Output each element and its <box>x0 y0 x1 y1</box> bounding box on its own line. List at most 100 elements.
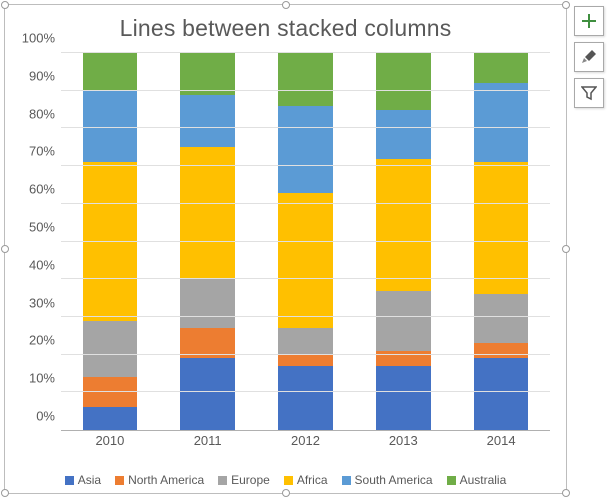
segment-south-america[interactable] <box>376 110 431 159</box>
column-slot <box>452 53 550 430</box>
resize-handle-tl[interactable] <box>1 1 9 9</box>
gridline <box>61 391 550 392</box>
column-slot <box>61 53 159 430</box>
y-tick-label: 60% <box>15 182 55 197</box>
x-tick-label: 2011 <box>159 431 257 451</box>
resize-handle-br[interactable] <box>562 489 570 497</box>
resize-handle-mt[interactable] <box>282 1 290 9</box>
y-tick-label: 40% <box>15 257 55 272</box>
segment-australia[interactable] <box>83 53 138 91</box>
y-axis[interactable]: 0%10%20%30%40%50%60%70%80%90%100% <box>15 53 59 431</box>
gridline <box>61 316 550 317</box>
segment-africa[interactable] <box>376 159 431 291</box>
stacked-column[interactable] <box>474 53 529 430</box>
chart-filters-button[interactable] <box>574 78 604 108</box>
y-tick-label: 10% <box>15 371 55 386</box>
y-tick-label: 70% <box>15 144 55 159</box>
chart-styles-button[interactable] <box>574 42 604 72</box>
resize-handle-mb[interactable] <box>282 489 290 497</box>
segment-europe[interactable] <box>278 328 333 354</box>
column-slot <box>354 53 452 430</box>
segment-south-america[interactable] <box>278 106 333 193</box>
legend-label: Africa <box>297 473 328 487</box>
gridline <box>61 127 550 128</box>
column-slot <box>257 53 355 430</box>
segment-europe[interactable] <box>474 294 529 343</box>
segment-africa[interactable] <box>474 162 529 294</box>
plot-grid <box>61 53 550 431</box>
stacked-column[interactable] <box>83 53 138 430</box>
gridline <box>61 52 550 53</box>
gridline <box>61 165 550 166</box>
chart-title[interactable]: Lines between stacked columns <box>5 5 566 46</box>
segment-north-america[interactable] <box>278 355 333 366</box>
legend-swatch <box>115 476 124 485</box>
resize-handle-tr[interactable] <box>562 1 570 9</box>
resize-handle-mr[interactable] <box>562 245 570 253</box>
segment-australia[interactable] <box>278 53 333 106</box>
stacked-column[interactable] <box>376 53 431 430</box>
y-tick-label: 30% <box>15 295 55 310</box>
segment-asia[interactable] <box>278 366 333 430</box>
segment-europe[interactable] <box>83 321 138 378</box>
y-tick-label: 100% <box>15 31 55 46</box>
segment-australia[interactable] <box>474 53 529 83</box>
legend-label: Asia <box>78 473 101 487</box>
legend-label: South America <box>355 473 433 487</box>
plus-icon <box>581 13 597 29</box>
chart-elements-button[interactable] <box>574 6 604 36</box>
y-tick-label: 20% <box>15 333 55 348</box>
chart-area[interactable]: Lines between stacked columns 0% 10% 20% 30… <box>4 4 567 494</box>
segment-africa[interactable] <box>278 193 333 329</box>
legend-swatch <box>447 476 456 485</box>
x-tick-label: 2014 <box>452 431 550 451</box>
segment-australia[interactable] <box>376 53 431 110</box>
y-tick-label: 0% <box>15 409 55 424</box>
legend-item-asia[interactable]: Asia <box>65 473 101 487</box>
legend-label: Australia <box>460 473 507 487</box>
segment-africa[interactable] <box>180 147 235 279</box>
resize-handle-ml[interactable] <box>1 245 9 253</box>
segment-asia[interactable] <box>83 407 138 430</box>
stacked-column[interactable] <box>180 53 235 430</box>
segment-asia[interactable] <box>474 358 529 430</box>
legend-item-europe[interactable]: Europe <box>218 473 270 487</box>
legend-item-africa[interactable]: Africa <box>284 473 328 487</box>
legend[interactable]: Asia North America Europe Africa South Ameri… <box>5 473 566 487</box>
legend-swatch <box>218 476 227 485</box>
legend-item-north-america[interactable]: North America <box>115 473 204 487</box>
x-tick-label: 2013 <box>354 431 452 451</box>
legend-swatch <box>342 476 351 485</box>
stacked-column[interactable] <box>278 53 333 430</box>
x-axis[interactable]: 20102011201220132014 <box>61 431 550 451</box>
legend-swatch <box>284 476 293 485</box>
legend-swatch <box>65 476 74 485</box>
column-slot <box>159 53 257 430</box>
gridline <box>61 241 550 242</box>
segment-north-america[interactable] <box>474 343 529 358</box>
columns-container <box>61 53 550 430</box>
segment-africa[interactable] <box>83 162 138 320</box>
segment-asia[interactable] <box>180 358 235 430</box>
legend-item-south-america[interactable]: South America <box>342 473 433 487</box>
segment-north-america[interactable] <box>83 377 138 407</box>
gridline <box>61 354 550 355</box>
legend-label: Europe <box>231 473 270 487</box>
funnel-icon <box>581 85 597 101</box>
segment-south-america[interactable] <box>180 95 235 148</box>
segment-south-america[interactable] <box>474 83 529 162</box>
chart-side-buttons <box>574 6 604 108</box>
legend-label: North America <box>128 473 204 487</box>
segment-asia[interactable] <box>376 366 431 430</box>
segment-europe[interactable] <box>180 279 235 328</box>
x-tick-label: 2012 <box>257 431 355 451</box>
y-tick-label: 50% <box>15 220 55 235</box>
gridline <box>61 203 550 204</box>
brush-icon <box>581 49 597 65</box>
y-tick-label: 80% <box>15 106 55 121</box>
segment-australia[interactable] <box>180 53 235 94</box>
plot-area[interactable]: 0%10%20%30%40%50%60%70%80%90%100% 201020… <box>15 53 556 451</box>
segment-europe[interactable] <box>376 291 431 351</box>
resize-handle-bl[interactable] <box>1 489 9 497</box>
legend-item-australia[interactable]: Australia <box>447 473 507 487</box>
